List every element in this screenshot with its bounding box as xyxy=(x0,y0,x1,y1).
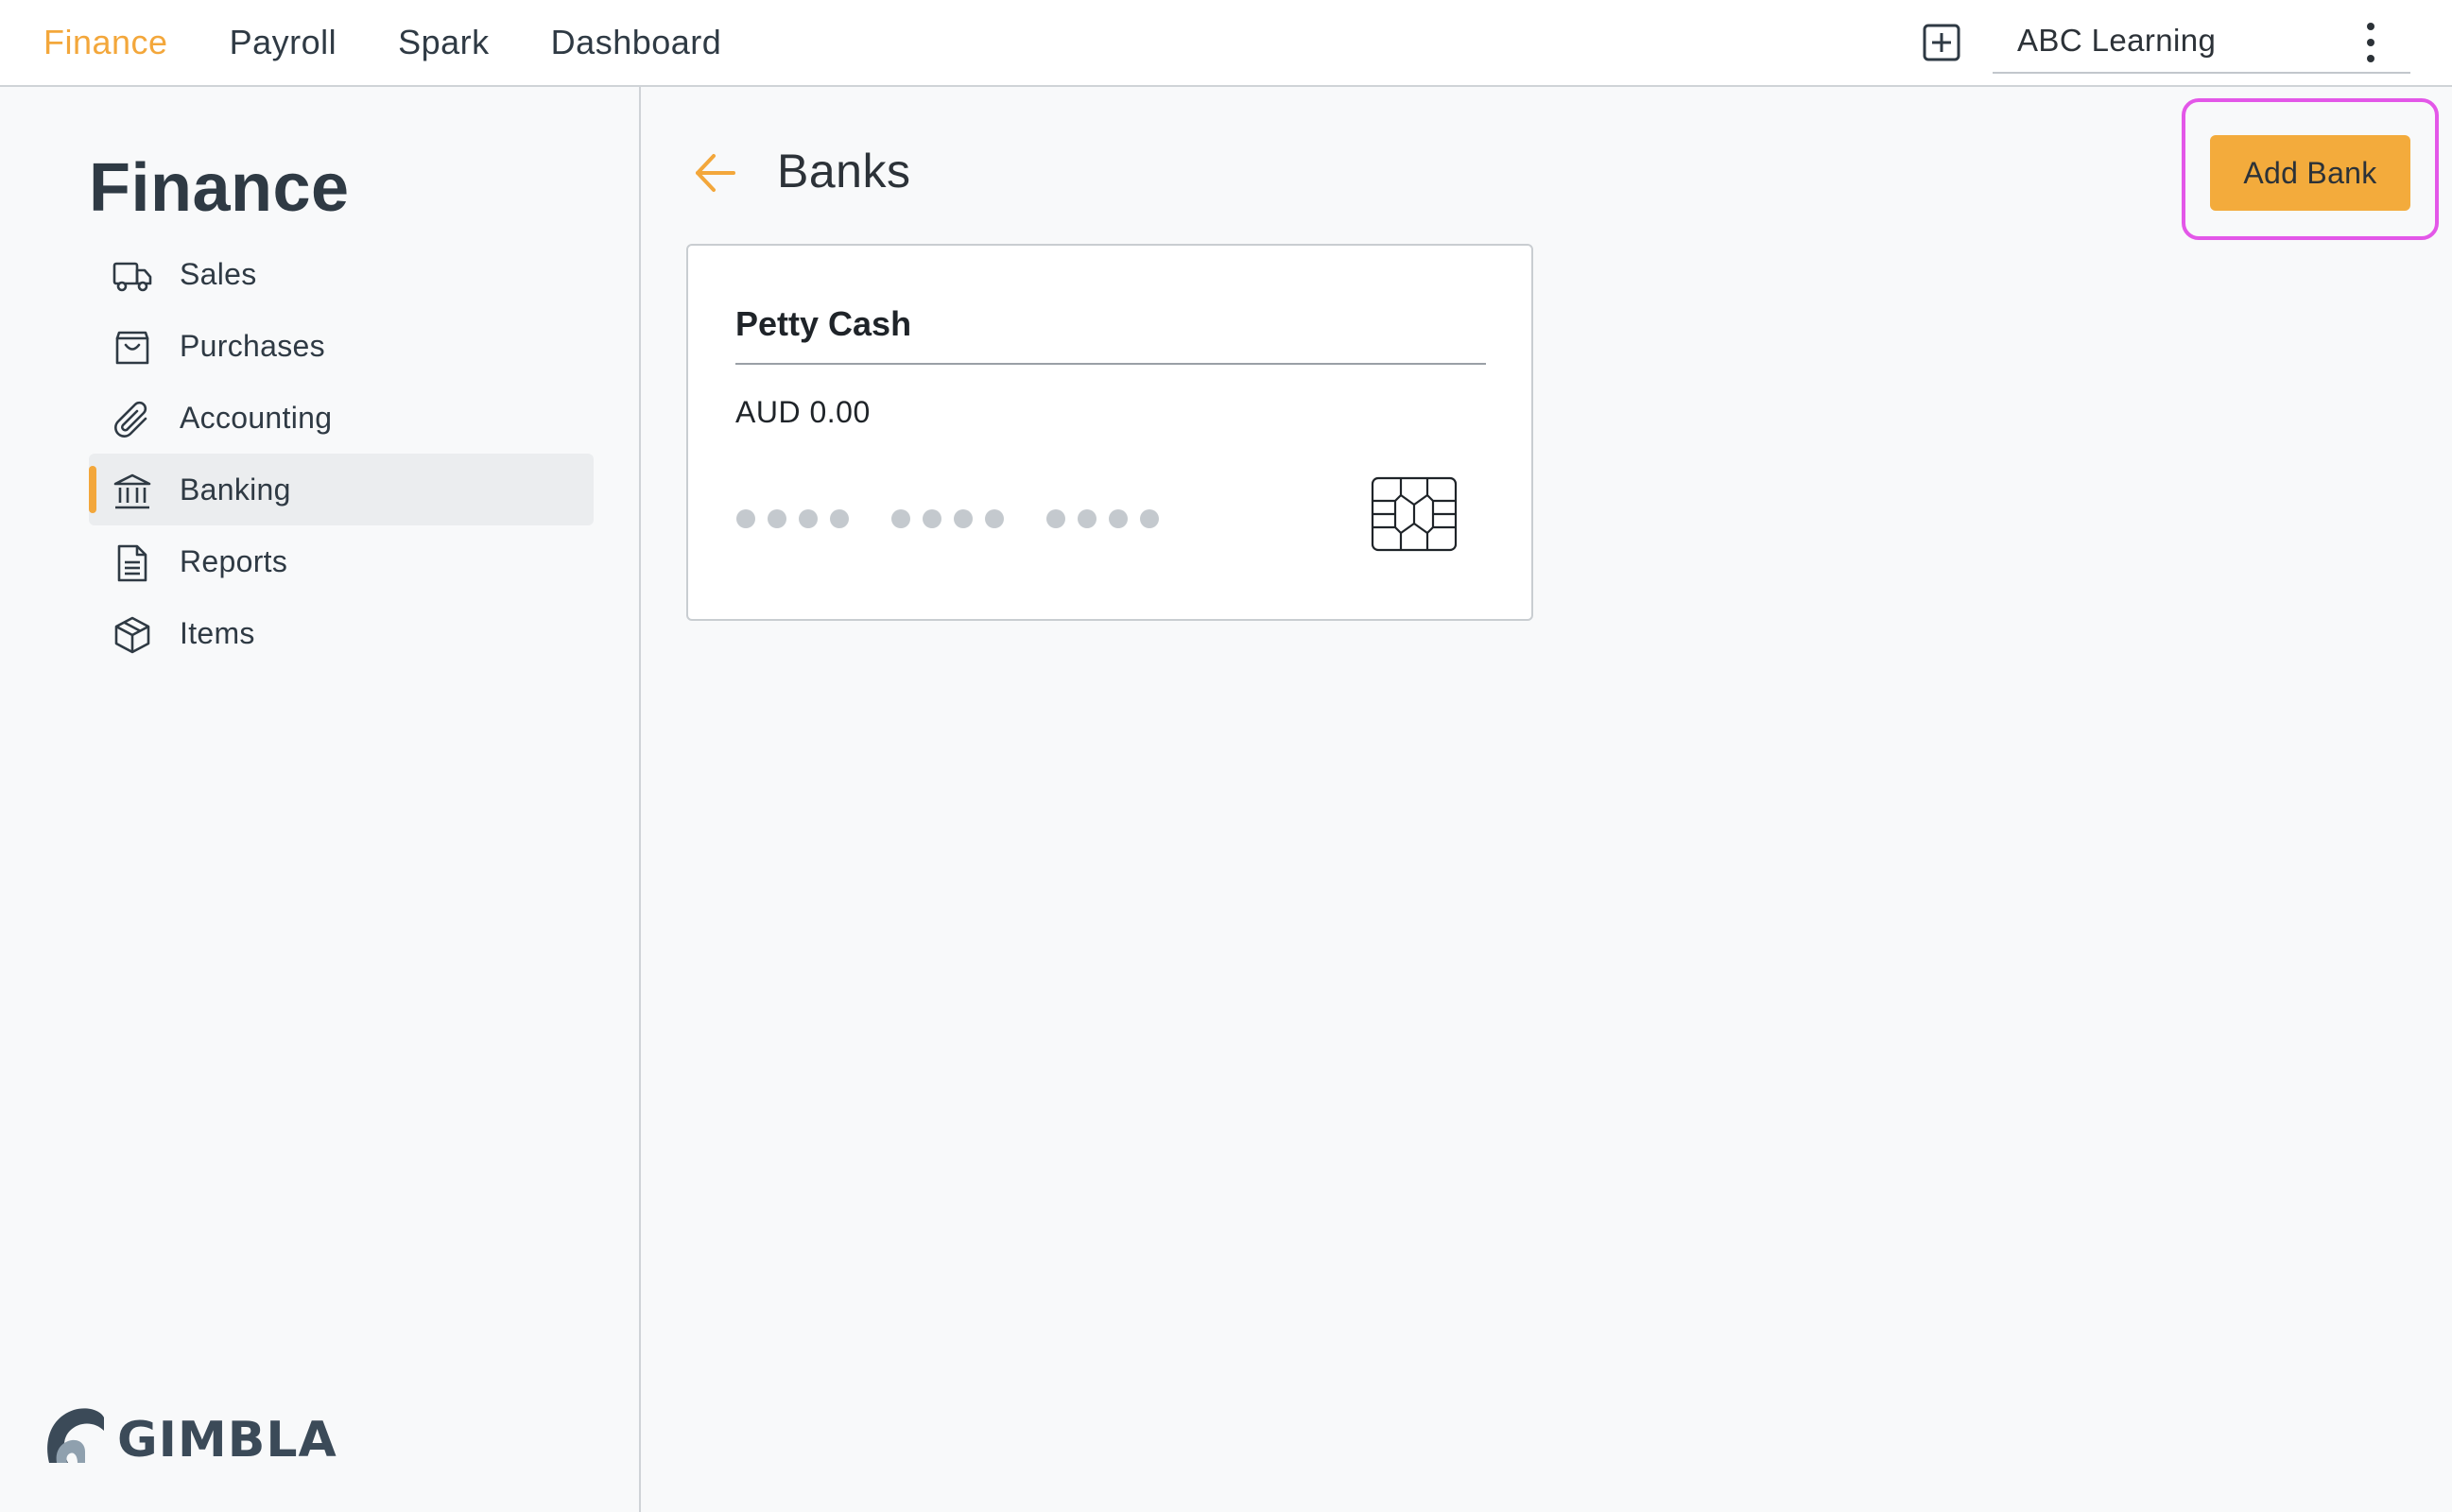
card-chip-icon xyxy=(1371,476,1458,552)
sidebar: Finance Sales Purchases Accounting Banki… xyxy=(0,87,641,1512)
arrow-left-icon[interactable] xyxy=(690,147,741,198)
add-bank-button[interactable]: Add Bank xyxy=(2210,135,2410,211)
sidebar-item-label: Items xyxy=(180,615,255,650)
masked-digit-dot xyxy=(954,509,973,528)
sidebar-item-label: Banking xyxy=(180,472,291,507)
sidebar-item-label: Purchases xyxy=(180,328,325,363)
masked-digit-dot xyxy=(768,509,786,528)
masked-card-number xyxy=(735,508,1170,529)
sidebar-item-items[interactable]: Items xyxy=(89,597,594,669)
masked-digit-dot xyxy=(1078,509,1096,528)
sidebar-menu: Sales Purchases Accounting Banking Repor… xyxy=(89,238,594,669)
masked-digit-dot xyxy=(1140,509,1159,528)
sidebar-item-label: Sales xyxy=(180,256,257,291)
top-nav-spark[interactable]: Spark xyxy=(398,23,490,62)
shopping-bag-icon xyxy=(112,327,153,369)
bank-card-name: Petty Cash xyxy=(735,304,912,343)
top-nav: Finance Payroll Spark Dashboard xyxy=(43,0,783,85)
sidebar-item-banking[interactable]: Banking xyxy=(89,454,594,525)
sidebar-item-purchases[interactable]: Purchases xyxy=(89,310,594,382)
logo-text: GIMBLA xyxy=(117,1412,337,1469)
top-bar: Finance Payroll Spark Dashboard ABC Lear… xyxy=(0,0,2452,87)
truck-icon xyxy=(112,255,153,297)
document-icon xyxy=(112,542,153,584)
sidebar-item-reports[interactable]: Reports xyxy=(89,525,594,597)
masked-digit-dot xyxy=(736,509,755,528)
masked-digit-dot xyxy=(830,509,849,528)
masked-digit-dot xyxy=(1109,509,1128,528)
bank-card-divider xyxy=(735,363,1486,365)
organization-select[interactable]: ABC Learning xyxy=(1993,11,2410,74)
masked-digit-dot xyxy=(1046,509,1065,528)
masked-digit-dot xyxy=(985,509,1004,528)
sidebar-item-label: Accounting xyxy=(180,400,333,435)
sidebar-item-sales[interactable]: Sales xyxy=(89,238,594,310)
masked-digit-dot xyxy=(799,509,818,528)
masked-digit-dot xyxy=(923,509,941,528)
masked-digit-dot xyxy=(891,509,910,528)
bank-card-balance: AUD 0.00 xyxy=(735,395,871,429)
bank-card-petty-cash[interactable]: Petty Cash AUD 0.00 xyxy=(686,244,1533,621)
page-title: Banks xyxy=(777,145,911,198)
active-indicator xyxy=(89,466,96,513)
gimbla-logo: GIMBLA xyxy=(42,1402,354,1469)
bank-icon xyxy=(112,471,153,512)
top-nav-dashboard[interactable]: Dashboard xyxy=(551,23,722,62)
sidebar-title: Finance xyxy=(89,150,350,226)
paperclip-icon xyxy=(112,399,153,440)
organization-name: ABC Learning xyxy=(2017,23,2217,58)
sidebar-item-label: Reports xyxy=(180,543,288,578)
top-nav-finance[interactable]: Finance xyxy=(43,23,168,62)
more-vertical-icon[interactable] xyxy=(2354,21,2388,64)
sidebar-item-accounting[interactable]: Accounting xyxy=(89,382,594,454)
plus-square-icon[interactable] xyxy=(1922,23,1961,62)
top-nav-payroll[interactable]: Payroll xyxy=(230,23,337,62)
box-icon xyxy=(112,614,153,656)
